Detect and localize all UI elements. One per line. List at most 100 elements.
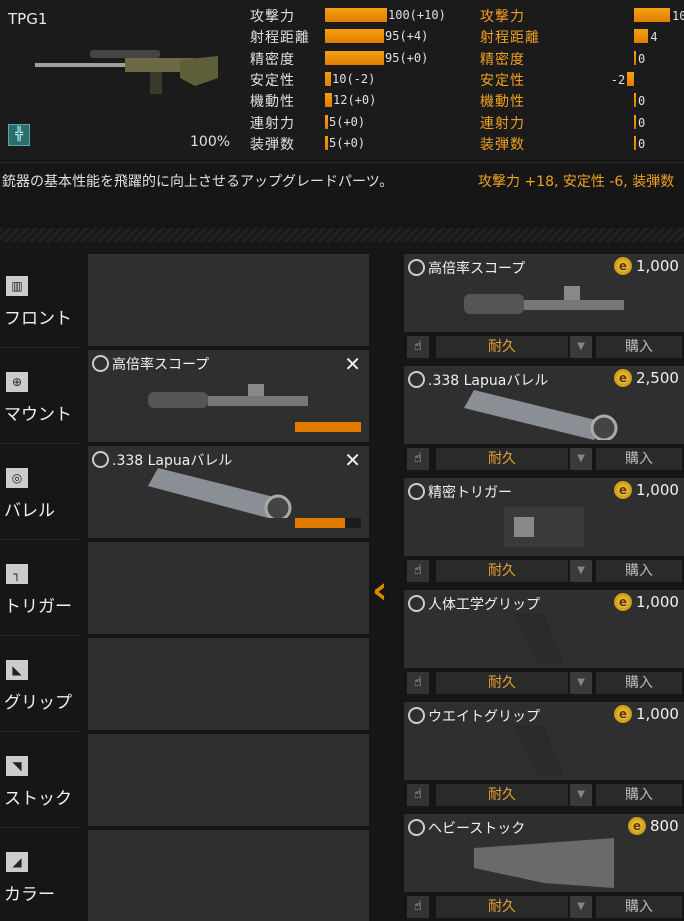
equipped-slot[interactable] (88, 830, 369, 921)
part-icon (408, 707, 425, 724)
shop-item-name: ウエイトグリップ (428, 709, 540, 725)
stat-bar (325, 71, 331, 86)
compare-bar (634, 29, 649, 44)
weapon-name: TPG1 (8, 10, 48, 28)
shop-item[interactable]: 人体工学グリップ e 1,000 ☝ 耐久 ▼ 購入 (404, 590, 684, 698)
stat-bar (325, 93, 332, 108)
buy-button[interactable]: 購入 (596, 784, 682, 806)
buy-button[interactable]: 購入 (596, 336, 682, 358)
category-grip[interactable]: ◣ グリップ (0, 638, 80, 732)
shop-item-price: 1,000 (636, 481, 679, 499)
equipped-slot[interactable] (88, 734, 369, 826)
equipped-slot[interactable] (88, 542, 369, 634)
durability-select[interactable]: 耐久 (436, 560, 568, 582)
hand-icon[interactable]: ☝ (407, 448, 429, 470)
shop-item-name: .338 Lapuaバレル (428, 373, 549, 389)
durability-select[interactable]: 耐久 (436, 896, 568, 918)
trigger-image (504, 507, 584, 547)
category-label: ストック (4, 789, 72, 809)
compare-label: 攻撃力 (480, 9, 525, 25)
attachment-icon[interactable]: ╬ (8, 124, 30, 146)
category-stock[interactable]: ◥ ストック (0, 734, 80, 828)
chevron-down-icon[interactable]: ▼ (570, 672, 592, 694)
shop-item-card[interactable]: 人体工学グリップ e 1,000 (404, 590, 684, 668)
part-icon (408, 819, 425, 836)
part-icon (408, 259, 425, 276)
shop-item-actions: ☝ 耐久 ▼ 購入 (404, 782, 684, 808)
shop-item-price: 800 (650, 817, 679, 835)
shop-item-card[interactable]: 精密トリガー e 1,000 (404, 478, 684, 556)
shop-item-card[interactable]: ウエイトグリップ e 1,000 (404, 702, 684, 780)
shop-item-card[interactable]: .338 Lapuaバレル e 2,500 (404, 366, 684, 444)
coin-icon: e (628, 817, 646, 835)
shop-item-name: ヘビーストック (428, 821, 526, 837)
buy-button[interactable]: 購入 (596, 448, 682, 470)
scope-image (148, 384, 308, 408)
equipped-slot[interactable] (88, 254, 369, 346)
shop-item-name: 精密トリガー (428, 485, 512, 501)
shop-item[interactable]: .338 Lapuaバレル e 2,500 ☝ 耐久 ▼ 購入 (404, 366, 684, 474)
equipped-slot[interactable]: 高倍率スコープ ✕ (88, 350, 369, 442)
part-icon (408, 483, 425, 500)
close-icon[interactable]: ✕ (344, 352, 361, 376)
shop-item-actions: ☝ 耐久 ▼ 購入 (404, 894, 684, 920)
shop-item-price: 1,000 (636, 705, 679, 723)
category-trigger[interactable]: ┐ トリガー (0, 542, 80, 636)
chevron-down-icon[interactable]: ▼ (570, 784, 592, 806)
compare-bar (634, 8, 670, 22)
section-divider (0, 228, 684, 242)
stat-value: 5(+0) (329, 114, 366, 129)
compare-bar (634, 93, 636, 108)
shop-item-card[interactable]: ヘビーストック e 800 (404, 814, 684, 892)
chevron-down-icon[interactable]: ▼ (570, 560, 592, 582)
durability-select[interactable]: 耐久 (436, 336, 568, 358)
category-barrel[interactable]: ◎ バレル (0, 446, 80, 540)
hand-icon[interactable]: ☝ (407, 896, 429, 918)
durability-bar (295, 518, 361, 528)
compare-value: -2 (610, 72, 626, 87)
stat-bar (325, 135, 328, 150)
shop-item[interactable]: ウエイトグリップ e 1,000 ☝ 耐久 ▼ 購入 (404, 702, 684, 810)
shop-item-card[interactable]: 高倍率スコープ e 1,000 (404, 254, 684, 332)
compare-bar (634, 50, 636, 65)
stat-label: 攻撃力 (250, 9, 295, 25)
category-color[interactable]: ◢ カラー (0, 830, 80, 921)
sniper-rifle-image (35, 50, 218, 94)
category-front[interactable]: ▥ フロント (0, 254, 80, 348)
grip-icon: ◣ (6, 660, 28, 680)
chevron-down-icon[interactable]: ▼ (570, 336, 592, 358)
category-label: マウント (4, 405, 72, 425)
chevron-down-icon[interactable]: ▼ (570, 448, 592, 470)
compare-value: 4 (650, 30, 658, 45)
buy-button[interactable]: 購入 (596, 672, 682, 694)
category-mount[interactable]: ⊕ マウント (0, 350, 80, 444)
durability-select[interactable]: 耐久 (436, 672, 568, 694)
compare-label: 安定性 (480, 72, 525, 89)
durability-select[interactable]: 耐久 (436, 448, 568, 470)
stat-bar (325, 50, 384, 65)
shop-item[interactable]: 高倍率スコープ e 1,000 ☝ 耐久 ▼ 購入 (404, 254, 684, 362)
close-icon[interactable]: ✕ (344, 448, 361, 472)
hand-icon[interactable]: ☝ (407, 560, 429, 582)
shop-item-actions: ☝ 耐久 ▼ 購入 (404, 334, 684, 360)
hand-icon[interactable]: ☝ (407, 672, 429, 694)
stat-label: 精密度 (250, 51, 295, 68)
shop-item[interactable]: ヘビーストック e 800 ☝ 耐久 ▼ 購入 (404, 814, 684, 921)
chevron-left-icon[interactable]: ‹ (372, 568, 388, 612)
compare-label: 連射力 (480, 115, 525, 132)
durability-select[interactable]: 耐久 (436, 784, 568, 806)
equipped-slot[interactable]: .338 Lapuaバレル ✕ (88, 446, 369, 538)
compare-bar (626, 71, 634, 86)
buy-button[interactable]: 購入 (596, 896, 682, 918)
compare-label: 射程距離 (480, 30, 540, 47)
buy-button[interactable]: 購入 (596, 560, 682, 582)
compare-value: 0 (638, 51, 646, 66)
chevron-down-icon[interactable]: ▼ (570, 896, 592, 918)
durability-bar (295, 422, 361, 432)
category-label: グリップ (4, 693, 72, 713)
hand-icon[interactable]: ☝ (407, 336, 429, 358)
weapon-durability: 100% (190, 134, 231, 150)
hand-icon[interactable]: ☝ (407, 784, 429, 806)
equipped-slot[interactable] (88, 638, 369, 730)
shop-item[interactable]: 精密トリガー e 1,000 ☝ 耐久 ▼ 購入 (404, 478, 684, 586)
